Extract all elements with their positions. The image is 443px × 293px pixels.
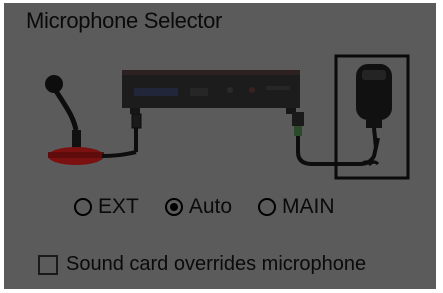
radio-transceiver-icon [122,70,300,114]
microphone-source-radio-group: EXT Auto MAIN [74,191,361,223]
radio-auto[interactable]: Auto [164,195,233,219]
radio-auto-circle[interactable] [164,198,183,216]
sound-card-override-checkbox[interactable] [38,254,58,275]
radio-main-label: MAIN [282,195,335,218]
sound-card-override-checkbox-row[interactable]: Sound card overrides microphone [38,253,366,276]
ext-cable [131,113,142,152]
sound-card-override-label: Sound card overrides microphone [66,253,367,275]
radio-ext-label: EXT [98,195,139,218]
microphone-selector-panel: Microphone Selector EXT Auto MAIN Sound … [4,3,436,289]
microphone-wiring-illustration [45,54,410,180]
radio-ext[interactable]: EXT [74,195,139,219]
radio-main[interactable]: MAIN [258,195,335,219]
radio-main-circle[interactable] [258,198,277,216]
radio-ext-circle[interactable] [74,198,92,216]
panel-title: Microphone Selector [26,8,223,33]
radio-auto-label: Auto [188,195,233,218]
